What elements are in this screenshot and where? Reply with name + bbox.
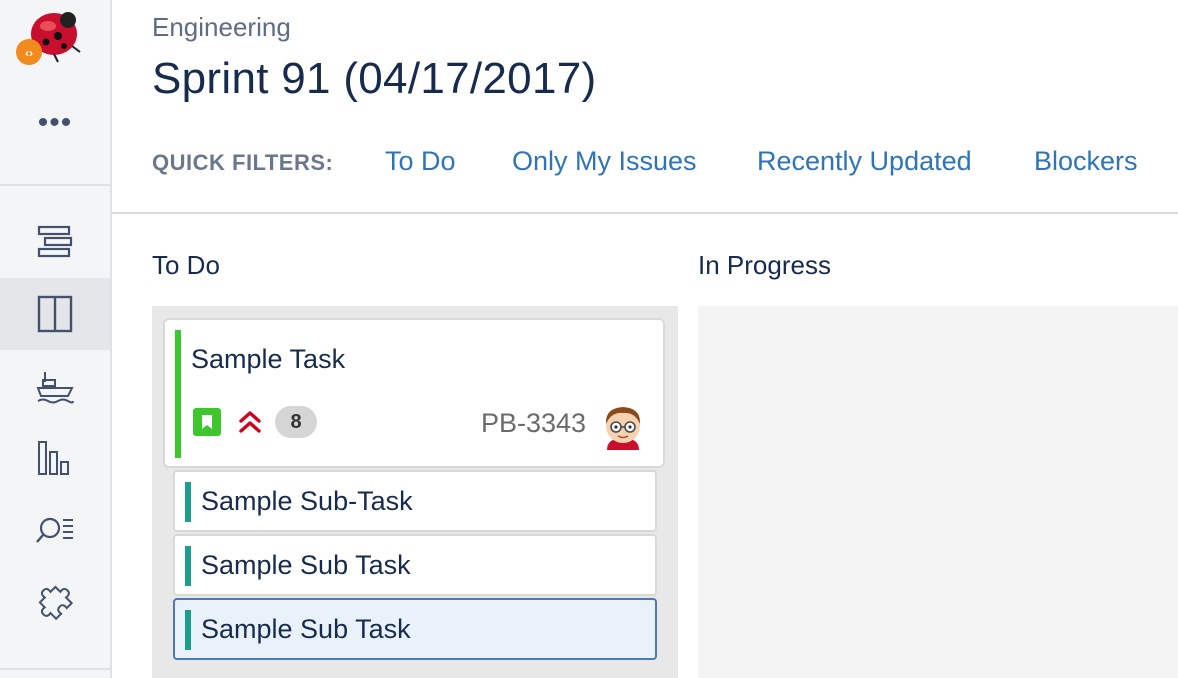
sidebar-item-active-sprints[interactable] (0, 278, 110, 350)
subtask-card[interactable]: Sample Sub-Task (173, 470, 657, 532)
subtask-summary: Sample Sub-Task (201, 486, 413, 516)
subtask-color-stripe (185, 482, 191, 522)
column-title-to-do: To Do (152, 250, 220, 280)
sidebar-item-reports[interactable] (0, 422, 110, 494)
subtask-card-selected[interactable]: Sample Sub Task (173, 598, 657, 660)
subtask-summary: Sample Sub Task (201, 550, 411, 580)
card-color-stripe (175, 330, 181, 458)
issue-card[interactable]: Sample Task 8 PB-3343 (163, 318, 665, 468)
quick-filter-blockers[interactable]: Blockers (1034, 146, 1138, 177)
sidebar-divider (0, 184, 110, 186)
quick-filters-label: QUICK FILTERS: (152, 150, 334, 175)
sidebar-item-issues[interactable] (0, 494, 110, 566)
sidebar-item-add-ons[interactable] (0, 566, 110, 638)
subtask-card[interactable]: Sample Sub Task (173, 534, 657, 596)
more-menu-icon[interactable]: ••• (0, 108, 110, 138)
header-divider (112, 212, 1178, 214)
issue-key[interactable]: PB-3343 (481, 408, 586, 439)
puzzle-icon (38, 585, 74, 621)
subtask-color-stripe (185, 546, 191, 586)
project-name[interactable]: Engineering (152, 12, 291, 43)
search-issues-icon (36, 517, 73, 543)
story-icon (193, 408, 221, 436)
quick-filter-recently-updated[interactable]: Recently Updated (757, 146, 972, 177)
sidebar-item-backlog[interactable] (0, 206, 110, 278)
sidebar: ‹› ••• (0, 0, 112, 678)
bug-logo-icon[interactable]: ‹› (14, 6, 86, 68)
sidebar-item-releases[interactable] (0, 350, 110, 422)
reports-icon (38, 441, 69, 475)
subtask-color-stripe (185, 610, 191, 650)
board-icon (37, 295, 73, 333)
quick-filter-only-my-issues[interactable]: Only My Issues (512, 146, 697, 177)
ship-icon (36, 372, 74, 404)
quick-filter-to-do[interactable]: To Do (385, 146, 456, 177)
highest-priority-icon (237, 408, 263, 436)
backlog-icon (37, 225, 73, 258)
avatar-icon[interactable] (599, 400, 647, 450)
card-summary: Sample Task (191, 344, 346, 374)
page-title: Sprint 91 (04/17/2017) (152, 54, 597, 103)
story-points-badge: 8 (275, 406, 317, 438)
subtask-summary: Sample Sub Task (201, 614, 411, 644)
column-in-progress (698, 306, 1178, 678)
sidebar-divider-bottom (0, 668, 110, 670)
column-title-in-progress: In Progress (698, 250, 831, 280)
svg-text:‹›: ‹› (25, 46, 33, 60)
